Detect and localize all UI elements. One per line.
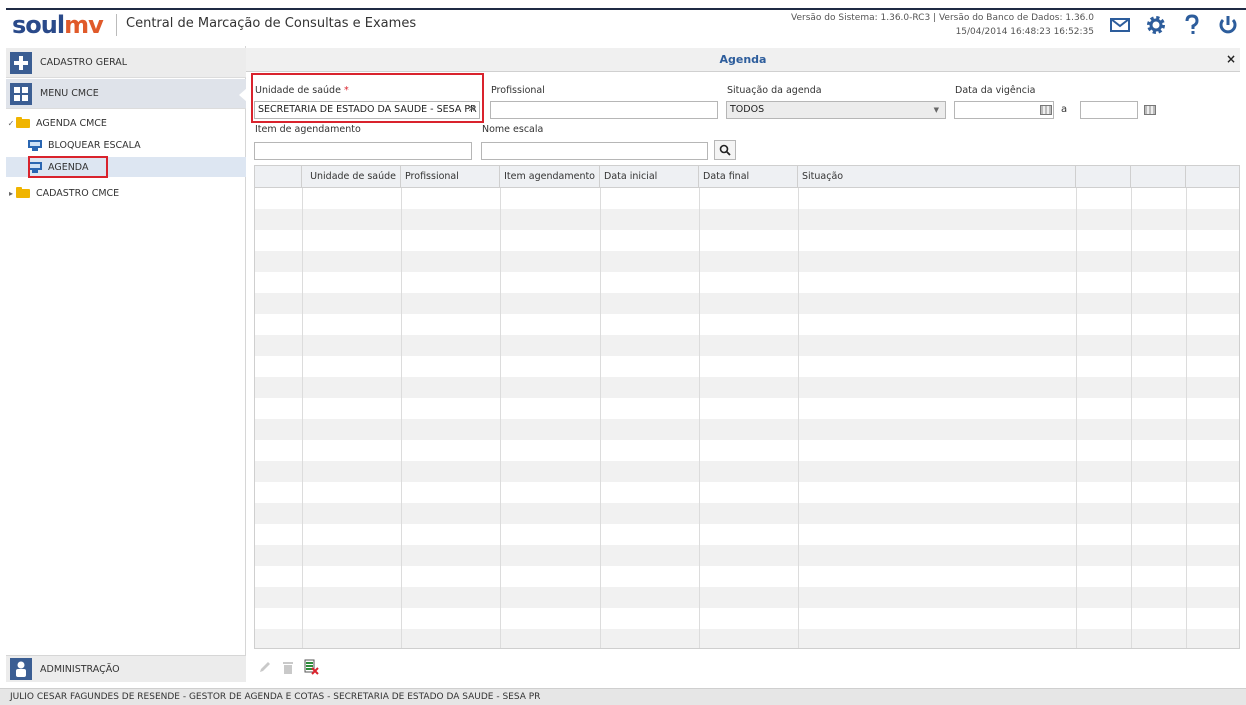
grid-header-cell[interactable] (1186, 166, 1239, 188)
power-icon[interactable] (1210, 10, 1246, 40)
soulmv-logo: soulmv (12, 11, 104, 39)
header-separator (116, 14, 117, 36)
plus-icon (10, 51, 32, 74)
grid-column-line (1076, 188, 1077, 648)
vigencia-separator: a (1061, 104, 1068, 115)
tree-item-agenda-cmce[interactable]: ✓ AGENDA CMCE (6, 113, 246, 133)
tree-item-label: BLOQUEAR ESCALA (48, 139, 141, 151)
chevron-right-icon: ▸ (8, 188, 13, 198)
header-top-line (6, 8, 1246, 10)
edit-button[interactable] (254, 656, 276, 678)
grid-column-line (500, 188, 501, 648)
situacao-label: Situação da agenda (727, 85, 822, 96)
header-icons (1102, 10, 1246, 40)
grid-header-item[interactable]: Item agendamento (500, 166, 600, 188)
status-bar: JULIO CESAR FAGUNDES DE RESENDE - GESTOR… (0, 688, 1246, 705)
unidade-highlight-box (251, 73, 484, 123)
tree-item-label: AGENDA CMCE (36, 117, 107, 129)
grid-column-line (302, 188, 303, 648)
grid-column-line (798, 188, 799, 648)
calendar-icon[interactable] (1144, 105, 1156, 115)
pencil-icon (260, 662, 270, 672)
delete-button[interactable] (277, 656, 299, 678)
grid-body (255, 188, 1239, 648)
mail-icon[interactable] (1102, 10, 1138, 40)
app-header: soulmv Central de Marcação de Consultas … (0, 0, 1246, 46)
app-title: Central de Marcação de Consultas e Exame… (126, 16, 417, 31)
grid-column-line (1131, 188, 1132, 648)
trash-icon (283, 662, 293, 674)
grid-column-line (401, 188, 402, 648)
agenda-highlight-box (28, 156, 108, 178)
grid-header-unidade[interactable]: Unidade de saúde (302, 166, 401, 188)
vigencia-label: Data da vigência (955, 85, 1036, 96)
vigencia-end-field[interactable] (1080, 101, 1138, 119)
version-line: Versão do Sistema: 1.36.0-RC3 | Versão d… (791, 13, 1094, 23)
vigencia-start-field[interactable] (954, 101, 1054, 119)
main-panel: Agenda × Unidade de saúde * SECRETARIA DE… (246, 46, 1246, 682)
folder-icon (16, 186, 30, 198)
situacao-select[interactable]: TODOS ▼ (726, 101, 946, 119)
grid-column-line (600, 188, 601, 648)
search-icon (719, 144, 731, 156)
sidebar-label: ADMINISTRAÇÃO (40, 663, 120, 675)
nome-escala-field[interactable] (481, 142, 708, 160)
version-info: Versão do Sistema: 1.36.0-RC3 | Versão d… (791, 11, 1094, 39)
sidebar: CADASTRO GERAL MENU CMCE ✓ AGENDA CMCE B… (6, 46, 247, 682)
grid-header-cell[interactable] (1076, 166, 1131, 188)
help-icon[interactable] (1174, 10, 1210, 40)
grid-column-line (699, 188, 700, 648)
grid-icon (10, 82, 32, 105)
grid-header-cell[interactable] (1131, 166, 1186, 188)
profissional-label: Profissional (491, 85, 545, 96)
tree-item-cadastro-cmce[interactable]: ▸ CADASTRO CMCE (6, 183, 246, 203)
chevron-down-icon: ▼ (933, 106, 939, 114)
search-button[interactable] (714, 140, 736, 160)
tree-item-bloquear-escala[interactable]: BLOQUEAR ESCALA (6, 135, 246, 155)
sidebar-label: MENU CMCE (40, 88, 99, 99)
item-field[interactable] (254, 142, 472, 160)
nome-escala-label: Nome escala (482, 124, 544, 135)
monitor-icon (28, 139, 42, 151)
logo-soul-text: soul (12, 11, 65, 39)
grid-column-line (1186, 188, 1187, 648)
sidebar-administracao[interactable]: ADMINISTRAÇÃO (6, 655, 246, 682)
gear-icon[interactable] (1138, 10, 1174, 40)
grid-header-profissional[interactable]: Profissional (401, 166, 500, 188)
panel-title-bar: Agenda × (246, 48, 1240, 72)
export-excel-button[interactable] (300, 656, 322, 678)
item-label: Item de agendamento (255, 124, 361, 135)
chevron-down-icon: ✓ (7, 118, 15, 128)
sidebar-cadastro-geral[interactable]: CADASTRO GERAL (6, 48, 246, 78)
sidebar-menu-cmce[interactable]: MENU CMCE (6, 79, 247, 109)
panel-title: Agenda (719, 53, 767, 66)
grid-toolbar (254, 656, 323, 678)
logo-mv-text: mv (64, 11, 104, 39)
profissional-field[interactable] (490, 101, 718, 119)
datetime-line: 15/04/2014 16:48:23 16:52:35 (955, 27, 1094, 37)
agenda-grid: Unidade de saúde Profissional Item agend… (254, 165, 1240, 649)
grid-header-data-inicial[interactable]: Data inicial (600, 166, 699, 188)
excel-icon (304, 659, 319, 675)
sidebar-label: CADASTRO GERAL (40, 57, 128, 68)
close-icon[interactable]: × (1226, 52, 1236, 66)
user-icon (10, 658, 32, 680)
calendar-icon[interactable] (1040, 105, 1052, 115)
grid-header-situacao[interactable]: Situação (798, 166, 1076, 188)
grid-header-data-final[interactable]: Data final (699, 166, 798, 188)
situacao-value: TODOS (730, 104, 765, 115)
grid-header-cell[interactable] (255, 166, 302, 188)
tree-item-label: CADASTRO CMCE (36, 187, 120, 199)
grid-header: Unidade de saúde Profissional Item agend… (255, 166, 1239, 188)
folder-open-icon (16, 116, 30, 128)
